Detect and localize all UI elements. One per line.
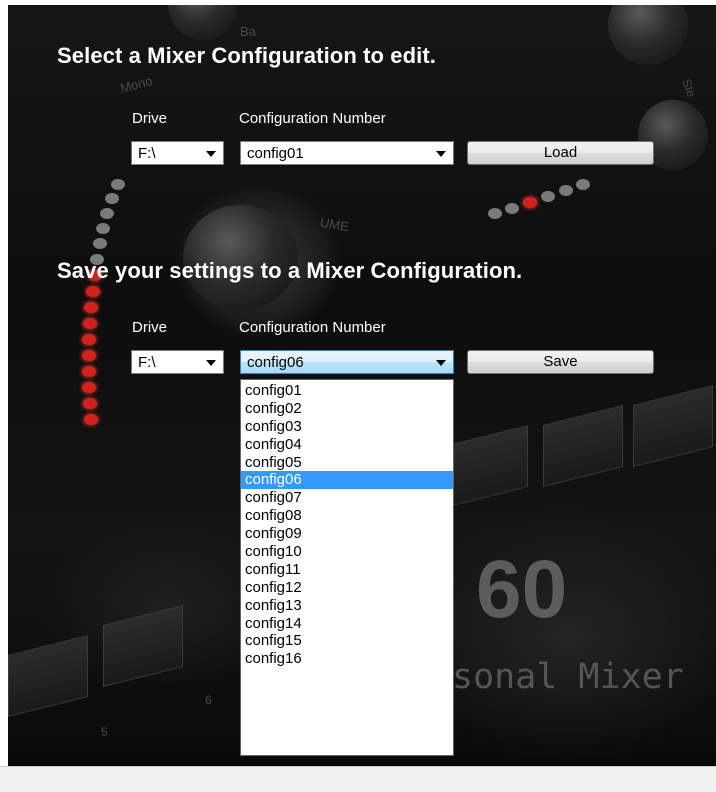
bg-label-ste: Ste <box>679 77 699 99</box>
dropdown-option[interactable]: config11 <box>241 561 453 579</box>
dropdown-option[interactable]: config01 <box>241 382 453 400</box>
config-dropdown-list[interactable]: config01 config02 config03 config04 config05… <box>240 379 454 756</box>
save-drive-label: Drive <box>132 319 168 336</box>
dropdown-option[interactable]: config07 <box>241 489 453 507</box>
led-row-6 <box>576 179 590 190</box>
load-drive-label: Drive <box>132 110 168 127</box>
dropdown-option[interactable]: config15 <box>241 632 453 650</box>
pad-5 <box>633 385 713 467</box>
save-button[interactable]: Save <box>467 350 654 374</box>
pad-3 <box>448 425 528 507</box>
bg-label-volume: UME <box>318 214 350 235</box>
save-section-heading: Save your settings to a Mixer Configurat… <box>57 258 523 283</box>
save-config-select[interactable]: config06 <box>240 350 454 374</box>
mixer-config-panel: Mono Ba Ste UME 5 6 60 sonal Mixer Selec… <box>8 5 716 766</box>
dropdown-option[interactable]: config08 <box>241 507 453 525</box>
dropdown-option[interactable]: config10 <box>241 543 453 561</box>
load-config-label: Configuration Number <box>239 110 386 127</box>
save-drive-select[interactable]: F:\ <box>131 350 224 374</box>
dropdown-option[interactable]: config03 <box>241 418 453 436</box>
led-row-1 <box>488 208 502 219</box>
top-knob-left <box>168 5 238 40</box>
led-row-4 <box>541 191 555 202</box>
dropdown-option[interactable]: config05 <box>241 454 453 472</box>
pad-number-6: 6 <box>205 693 212 707</box>
pad-1 <box>8 635 88 717</box>
pad-number-5: 5 <box>101 725 108 739</box>
logo-subtitle: sonal Mixer <box>452 657 684 697</box>
dropdown-option[interactable]: config06 <box>241 471 453 490</box>
top-knob-right <box>608 5 688 65</box>
load-config-select[interactable]: config01 <box>240 141 454 165</box>
load-button[interactable]: Load <box>467 141 654 165</box>
dropdown-option[interactable]: config16 <box>241 650 453 668</box>
load-section-heading: Select a Mixer Configuration to edit. <box>57 43 436 68</box>
bg-label-mono: Mono <box>118 73 154 96</box>
led-row-3 <box>523 197 537 208</box>
dropdown-option[interactable]: config12 <box>241 579 453 597</box>
dropdown-option[interactable]: config14 <box>241 615 453 633</box>
save-drive-value: F:\ <box>138 354 156 371</box>
chevron-down-icon <box>206 151 216 157</box>
window-bottom-strip <box>0 766 716 792</box>
led-row-5 <box>559 185 573 196</box>
bg-label-ba: Ba <box>240 24 256 39</box>
save-config-label: Configuration Number <box>239 319 386 336</box>
chevron-down-icon <box>206 360 216 366</box>
led-row-2 <box>505 203 519 214</box>
load-drive-value: F:\ <box>138 145 156 162</box>
pad-2 <box>103 605 183 687</box>
save-config-value: config06 <box>247 354 304 371</box>
dropdown-option[interactable]: config04 <box>241 436 453 454</box>
dropdown-option[interactable]: config09 <box>241 525 453 543</box>
pad-4 <box>543 405 623 487</box>
dropdown-option[interactable]: config02 <box>241 400 453 418</box>
load-drive-select[interactable]: F:\ <box>131 141 224 165</box>
chevron-down-icon <box>436 151 446 157</box>
dropdown-option[interactable]: config13 <box>241 597 453 615</box>
load-config-value: config01 <box>247 145 304 162</box>
chevron-down-icon <box>436 360 446 366</box>
logo-number: 60 <box>476 544 568 635</box>
